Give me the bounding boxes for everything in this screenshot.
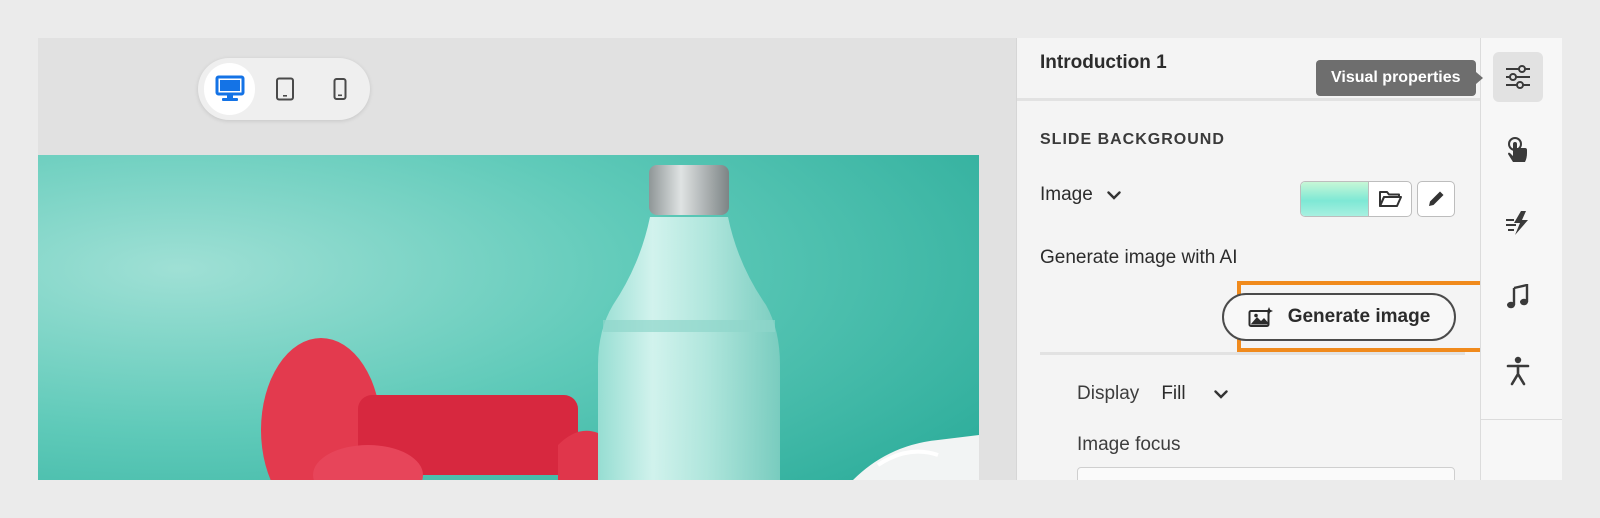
touch-interaction-icon — [1508, 137, 1527, 162]
app-window: Introduction 1 SLIDE BACKGROUND Image Ge — [38, 38, 1562, 480]
tablet-preview-button[interactable] — [259, 63, 310, 115]
display-label: Display — [1077, 383, 1140, 404]
background-type-value: Image — [1040, 184, 1093, 205]
accessibility-icon — [1506, 356, 1530, 386]
generate-image-button[interactable]: Generate image — [1222, 293, 1456, 341]
pencil-icon — [1429, 191, 1444, 206]
folder-icon — [1379, 191, 1402, 207]
accessibility-button[interactable] — [1493, 346, 1543, 396]
divider — [1040, 352, 1465, 355]
device-preview-switcher — [198, 58, 370, 120]
audio-button[interactable] — [1493, 272, 1543, 322]
properties-panel: Introduction 1 SLIDE BACKGROUND Image Ge — [1016, 38, 1489, 480]
interactions-button[interactable] — [1493, 126, 1543, 176]
slide-background-image — [38, 155, 979, 480]
right-icon-rail — [1480, 38, 1562, 480]
effects-button[interactable] — [1493, 198, 1543, 248]
desktop-preview-button[interactable] — [204, 63, 256, 115]
display-row: Display Fill — [1077, 383, 1228, 405]
slide-preview[interactable] — [38, 155, 979, 480]
music-note-icon — [1507, 284, 1529, 309]
divider — [1481, 419, 1562, 420]
divider — [1017, 98, 1481, 101]
mobile-preview-button[interactable] — [315, 63, 366, 115]
canvas-area — [38, 38, 1016, 480]
background-thumbnail[interactable] — [1301, 182, 1369, 216]
edit-image-button[interactable] — [1417, 181, 1455, 217]
browse-image-button[interactable] — [1369, 182, 1411, 216]
mobile-icon — [333, 78, 347, 100]
visual-properties-button[interactable] — [1493, 52, 1543, 102]
desktop-icon — [215, 75, 245, 101]
chevron-down-icon — [1107, 190, 1121, 200]
sliders-icon — [1506, 65, 1530, 89]
generate-ai-label: Generate image with AI — [1040, 247, 1238, 268]
tablet-icon — [275, 77, 294, 101]
image-focus-label: Image focus — [1077, 434, 1181, 455]
section-heading: SLIDE BACKGROUND — [1040, 131, 1225, 148]
generate-image-label: Generate image — [1287, 306, 1431, 327]
display-value: Fill — [1161, 383, 1186, 404]
panel-title: Introduction 1 — [1040, 52, 1167, 73]
display-dropdown[interactable]: Fill — [1161, 383, 1228, 405]
chevron-down-icon — [1213, 389, 1228, 399]
image-focus-control[interactable] — [1077, 467, 1455, 480]
effects-icon — [1506, 211, 1528, 235]
background-image-picker — [1300, 181, 1412, 217]
background-type-dropdown[interactable]: Image — [1040, 184, 1121, 206]
ai-image-icon — [1248, 307, 1273, 327]
tooltip: Visual properties — [1316, 60, 1483, 96]
